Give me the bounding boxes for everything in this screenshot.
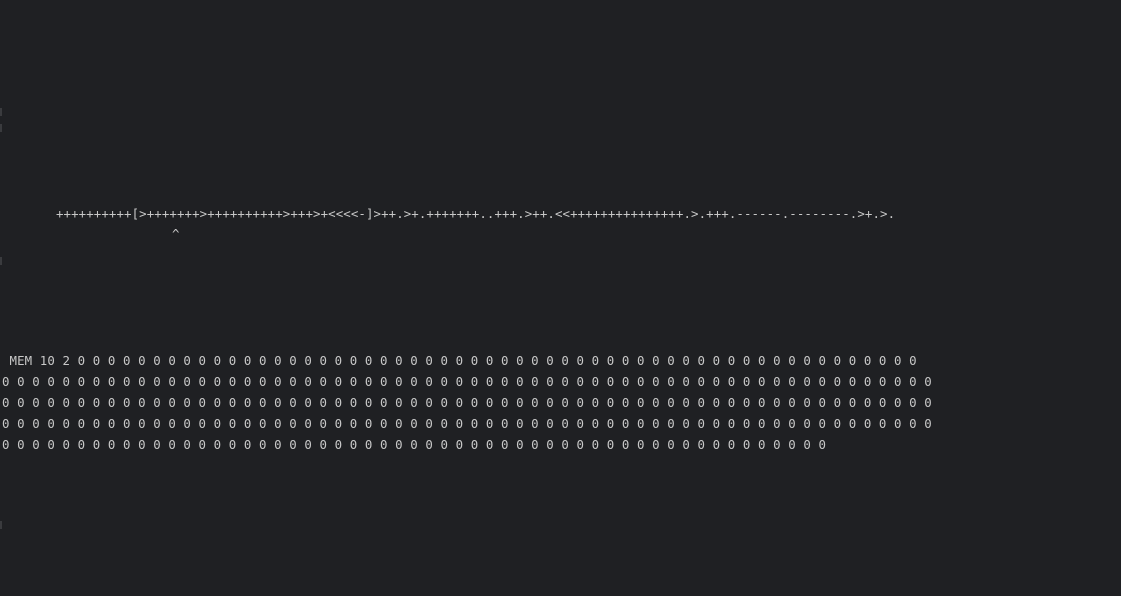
memory-row: 0 0 0 0 0 0 0 0 0 0 0 0 0 0 0 0 0 0 0 0 … [2,416,932,431]
instruction-pointer: ^ [172,226,180,241]
edge-marker [0,124,2,132]
memory-row: 0 0 0 0 0 0 0 0 0 0 0 0 0 0 0 0 0 0 0 0 … [2,437,827,452]
edge-marker [0,521,2,529]
edge-marker [0,257,2,265]
memory-row: MEM 10 2 0 0 0 0 0 0 0 0 0 0 0 0 0 0 0 0… [2,353,917,368]
program-code: ++++++++++[>+++++++>++++++++++>+++>+<<<<… [56,206,896,221]
terminal-window: ++++++++++[>+++++++>++++++++++>+++>+<<<<… [0,0,1121,596]
memory-row: 0 0 0 0 0 0 0 0 0 0 0 0 0 0 0 0 0 0 0 0 … [2,374,932,389]
edge-marker [0,108,2,116]
memory-row: 0 0 0 0 0 0 0 0 0 0 0 0 0 0 0 0 0 0 0 0 … [2,395,932,410]
